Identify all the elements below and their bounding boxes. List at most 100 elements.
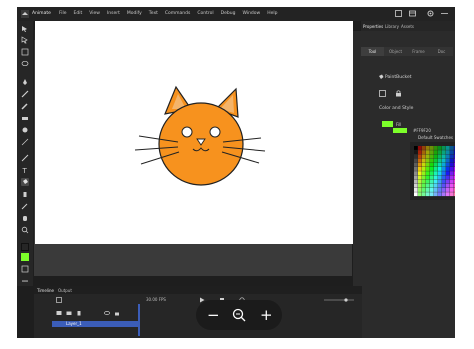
swatch-cell[interactable] bbox=[430, 183, 434, 188]
swatch-cell[interactable] bbox=[434, 179, 438, 184]
swatch-cell[interactable] bbox=[426, 192, 430, 197]
swatch-cell[interactable] bbox=[430, 175, 434, 180]
delete-icon[interactable] bbox=[76, 310, 82, 316]
swatch-cell[interactable] bbox=[422, 175, 426, 180]
tab-assets[interactable]: Assets bbox=[401, 24, 414, 29]
lasso-icon[interactable] bbox=[21, 60, 29, 68]
swatch-cell[interactable] bbox=[430, 162, 434, 167]
swatch-cell[interactable] bbox=[418, 154, 422, 159]
swatch-cell[interactable] bbox=[442, 179, 446, 184]
swatch-cell[interactable] bbox=[446, 179, 450, 184]
eyedropper-icon[interactable] bbox=[21, 202, 29, 210]
swatch-cell[interactable] bbox=[446, 146, 450, 150]
swatch-cell[interactable] bbox=[422, 167, 426, 171]
swatch-cell[interactable] bbox=[434, 167, 438, 171]
fill-swatch[interactable] bbox=[382, 121, 393, 127]
swatch-cell[interactable] bbox=[422, 188, 426, 192]
swatch-cell[interactable] bbox=[422, 192, 426, 197]
bone-icon[interactable] bbox=[21, 126, 29, 134]
swatch-cell[interactable] bbox=[426, 171, 430, 176]
swatch-cell[interactable] bbox=[454, 162, 455, 167]
swatch-cell[interactable] bbox=[438, 154, 442, 159]
swatch-cell[interactable] bbox=[446, 158, 450, 163]
swatch-cell[interactable] bbox=[434, 192, 438, 197]
swatch-cell[interactable] bbox=[414, 171, 418, 176]
swatch-cell[interactable] bbox=[418, 179, 422, 184]
swatch-cell[interactable] bbox=[450, 150, 454, 155]
swatch-cell[interactable] bbox=[414, 150, 418, 155]
swatch-cell[interactable] bbox=[450, 146, 454, 150]
swatch-cell[interactable] bbox=[426, 188, 430, 192]
swatch-cell[interactable] bbox=[450, 175, 454, 180]
swatch-cell[interactable] bbox=[434, 158, 438, 163]
swatch-cell[interactable] bbox=[450, 188, 454, 192]
tab-properties[interactable]: Properties bbox=[363, 24, 383, 29]
folder-icon[interactable] bbox=[66, 310, 72, 316]
menu-modify[interactable]: Modify bbox=[127, 11, 142, 16]
swatch-cell[interactable] bbox=[454, 192, 455, 197]
tab-frame[interactable]: Frame bbox=[407, 47, 430, 56]
menu-file[interactable]: File bbox=[59, 11, 67, 16]
swatch-cell[interactable] bbox=[442, 146, 446, 150]
swatch-cell[interactable] bbox=[426, 146, 430, 150]
layer-icon[interactable] bbox=[56, 297, 62, 303]
swatch-cell[interactable] bbox=[450, 183, 454, 188]
swatch-cell[interactable] bbox=[446, 192, 450, 197]
lock-fill-icon[interactable] bbox=[395, 90, 402, 97]
swatch-cell[interactable] bbox=[418, 162, 422, 167]
swatch-cell[interactable] bbox=[446, 167, 450, 171]
swatch-cell[interactable] bbox=[430, 188, 434, 192]
swatch-cell[interactable] bbox=[414, 158, 418, 163]
subselect-tool-icon[interactable] bbox=[21, 36, 29, 44]
swatch-cell[interactable] bbox=[438, 146, 442, 150]
swatch-cell[interactable] bbox=[450, 179, 454, 184]
workspace-icon[interactable] bbox=[409, 10, 416, 17]
swatch-cell[interactable] bbox=[418, 171, 422, 176]
stage-canvas[interactable] bbox=[35, 21, 353, 244]
swatch-cell[interactable] bbox=[434, 150, 438, 155]
fill-color-swatch[interactable] bbox=[21, 253, 29, 261]
swatch-cell[interactable] bbox=[438, 171, 442, 176]
swatch-cell[interactable] bbox=[426, 158, 430, 163]
swatch-cell[interactable] bbox=[426, 167, 430, 171]
swatch-cell[interactable] bbox=[450, 167, 454, 171]
swatch-cell[interactable] bbox=[446, 162, 450, 167]
swatch-cell[interactable] bbox=[446, 154, 450, 159]
swatch-cell[interactable] bbox=[414, 154, 418, 159]
swatch-cell[interactable] bbox=[426, 150, 430, 155]
fps-readout[interactable]: 30.00 FPS bbox=[146, 297, 166, 302]
swap-colors-icon[interactable] bbox=[21, 265, 29, 273]
swatch-cell[interactable] bbox=[418, 158, 422, 163]
swatch-cell[interactable] bbox=[434, 146, 438, 150]
fill-hex-swatch[interactable] bbox=[393, 128, 407, 133]
swatch-cell[interactable] bbox=[414, 146, 418, 150]
swatch-cell[interactable] bbox=[434, 183, 438, 188]
tab-doc[interactable]: Doc bbox=[430, 47, 453, 56]
tab-tool[interactable]: Tool bbox=[361, 47, 384, 56]
swatch-cell[interactable] bbox=[418, 188, 422, 192]
swatch-cell[interactable] bbox=[442, 175, 446, 180]
swatch-cell[interactable] bbox=[430, 154, 434, 159]
new-layer-icon[interactable] bbox=[56, 310, 62, 316]
brush-icon[interactable] bbox=[21, 90, 29, 98]
swatch-cell[interactable] bbox=[442, 171, 446, 176]
swatch-cell[interactable] bbox=[442, 192, 446, 197]
pen-icon[interactable] bbox=[21, 78, 29, 86]
menu-control[interactable]: Control bbox=[197, 11, 213, 16]
swatch-cell[interactable] bbox=[454, 183, 455, 188]
swatch-cell[interactable] bbox=[426, 162, 430, 167]
swatch-cell[interactable] bbox=[434, 175, 438, 180]
menu-help[interactable]: Help bbox=[267, 11, 277, 16]
swatch-cell[interactable] bbox=[414, 175, 418, 180]
swatch-cell[interactable] bbox=[442, 188, 446, 192]
swatch-cell[interactable] bbox=[442, 162, 446, 167]
swatch-cell[interactable] bbox=[422, 171, 426, 176]
menu-window[interactable]: Window bbox=[242, 11, 260, 16]
swatch-palette[interactable] bbox=[410, 142, 455, 200]
swatch-cell[interactable] bbox=[454, 154, 455, 159]
paint-brush-icon[interactable] bbox=[21, 102, 29, 110]
swatch-cell[interactable] bbox=[446, 171, 450, 176]
swatch-cell[interactable] bbox=[426, 175, 430, 180]
zoom-in-button[interactable]: + bbox=[256, 305, 276, 325]
gap-size-icon[interactable] bbox=[379, 90, 386, 97]
